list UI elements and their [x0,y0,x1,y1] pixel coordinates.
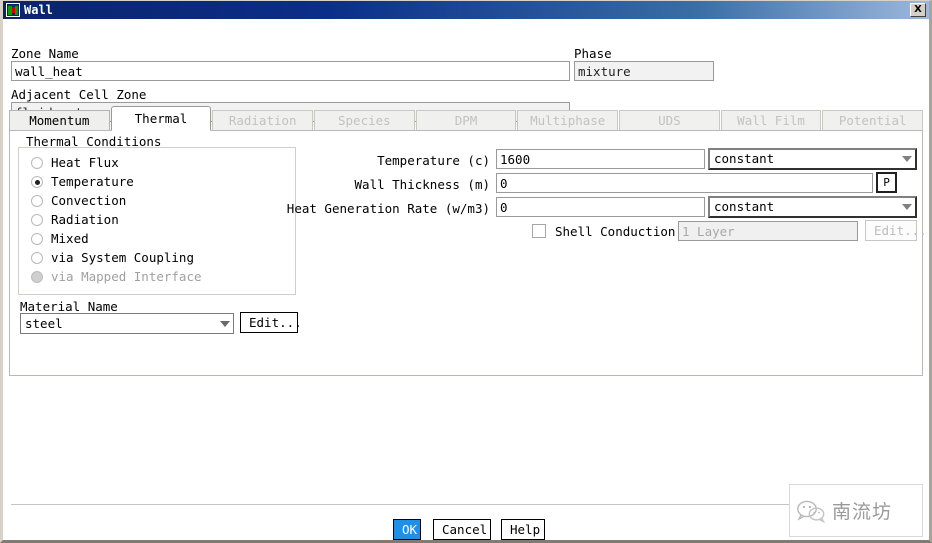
material-name-select[interactable]: steel [20,313,234,334]
temperature-profile-value: constant [714,151,775,166]
zone-name-label: Zone Name [11,46,79,61]
wall-thickness-label: Wall Thickness (m) [354,177,490,192]
window-title: Wall [24,3,53,17]
chevron-down-icon [902,204,912,210]
radio-via-mapped-interface: via Mapped Interface [19,267,295,286]
watermark-text: 南流坊 [832,501,893,523]
temperature-label: Temperature (c) [377,153,490,168]
adjacent-cell-zone-label: Adjacent Cell Zone [11,87,147,102]
tab-momentum[interactable]: Momentum [9,110,110,131]
phase-input [574,61,714,81]
close-icon[interactable]: X [910,3,926,17]
tab-multiphase[interactable]: Multiphase [517,110,619,131]
tab-thermal[interactable]: Thermal [110,106,212,131]
heat-generation-profile-select[interactable]: constant [708,196,917,218]
heat-generation-rate-label: Heat Generation Rate (w/m3) [286,201,490,216]
radio-label: Convection [51,193,127,208]
tab-bar: Momentum Thermal Radiation Species DPM M… [9,106,924,131]
wechat-icon [797,500,826,523]
wall-thickness-input[interactable] [496,173,873,193]
footer-divider [11,504,921,505]
phase-label: Phase [574,46,612,61]
thermal-conditions-group: Heat Flux Temperature Convection Radiati… [18,147,296,295]
cancel-button[interactable]: Cancel [433,519,491,540]
ok-button[interactable]: OK [393,519,421,540]
radio-label: via System Coupling [51,250,194,265]
radio-circle-icon [31,213,43,226]
tab-species[interactable]: Species [314,110,415,131]
radio-label: Radiation [51,212,119,227]
title-bar: Wall X [3,1,929,19]
radio-label: Heat Flux [51,155,119,170]
radio-circle-icon [31,156,43,169]
radio-circle-icon [31,175,43,188]
shell-edit-button: Edit... [865,220,927,241]
tab-dpm[interactable]: DPM [415,110,517,131]
radio-circle-icon [31,270,43,283]
material-name-label: Material Name [20,299,118,314]
radio-heat-flux[interactable]: Heat Flux [19,153,295,172]
radio-label: Temperature [51,174,134,189]
watermark: 南流坊 [789,484,923,537]
radio-circle-icon [31,194,43,207]
tab-radiation[interactable]: Radiation [212,110,314,131]
heat-generation-profile-value: constant [714,199,775,214]
shell-conduction-label: Shell Conduction [555,224,676,239]
radio-label: Mixed [51,231,89,246]
tab-wall-film[interactable]: Wall Film [720,110,822,131]
radio-label: via Mapped Interface [51,269,202,284]
thermal-panel: Thermal Conditions Heat Flux Temperature… [9,130,927,376]
tab-potential[interactable]: Potential [822,110,924,131]
shell-layers-input [678,221,858,241]
fluent-app-icon [6,3,20,17]
heat-generation-rate-input[interactable] [496,197,705,217]
radio-via-system-coupling[interactable]: via System Coupling [19,248,295,267]
tab-uds[interactable]: UDS [619,110,720,131]
radio-circle-icon [31,251,43,264]
wall-thickness-parameter-button[interactable]: P [876,172,897,193]
shell-conduction-checkbox[interactable] [532,224,546,238]
wall-dialog-window: Wall X Zone Name Phase Adjacent Cell Zon… [0,0,932,543]
chevron-down-icon [220,321,230,327]
radio-mixed[interactable]: Mixed [19,229,295,248]
material-edit-button[interactable]: Edit... [240,312,302,333]
help-button[interactable]: Help [501,519,545,540]
chevron-down-icon [902,156,912,162]
radio-circle-icon [31,232,43,245]
temperature-profile-select[interactable]: constant [708,148,917,170]
temperature-input[interactable] [496,149,705,169]
zone-name-input[interactable] [11,61,570,81]
material-name-value: steel [25,316,63,331]
dialog-body: Zone Name Phase Adjacent Cell Zone Momen… [3,19,929,540]
radio-temperature[interactable]: Temperature [19,172,295,191]
